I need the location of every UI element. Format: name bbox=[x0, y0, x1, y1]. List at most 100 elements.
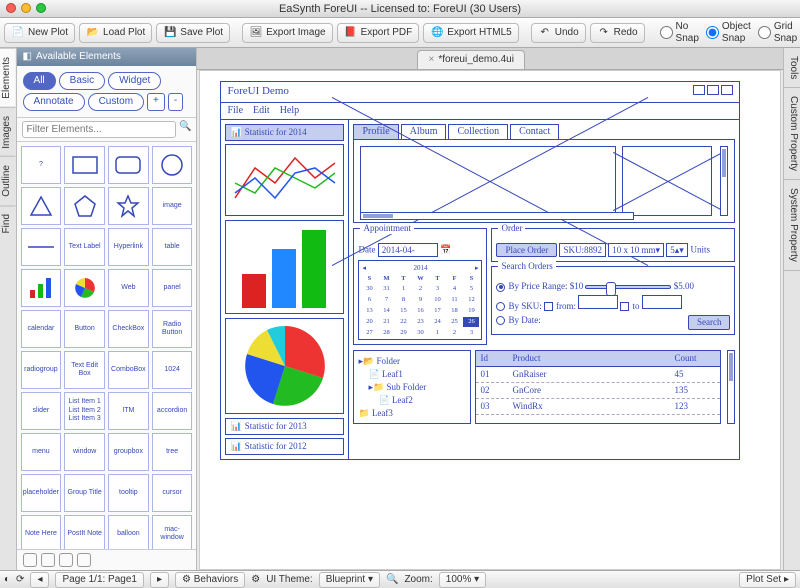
calendar-icon[interactable]: 📅 bbox=[440, 245, 451, 255]
element-table[interactable]: table bbox=[152, 228, 193, 266]
element-group-title[interactable]: Group Title bbox=[64, 474, 105, 512]
radio-sku[interactable] bbox=[496, 302, 505, 311]
tab-tools[interactable]: Tools bbox=[784, 48, 800, 88]
element-hyperlink[interactable]: Hyperlink bbox=[108, 228, 149, 266]
element-menu[interactable]: menu bbox=[21, 433, 62, 471]
element-roundrect[interactable] bbox=[108, 146, 149, 184]
mockup-window[interactable]: ForeUI Demo File Edit Help 📊Statistic fo… bbox=[220, 81, 740, 460]
stat-header[interactable]: 📊Statistic for 2014 bbox=[225, 124, 344, 141]
undo-button[interactable]: ↶Undo bbox=[531, 23, 586, 43]
redo-button[interactable]: ↷Redo bbox=[590, 23, 645, 43]
stat-2012[interactable]: 📊Statistic for 2012 bbox=[225, 438, 344, 455]
no-snap-radio[interactable]: No Snap bbox=[659, 21, 699, 45]
bar-chart[interactable] bbox=[225, 220, 344, 314]
element-groupbox[interactable]: groupbox bbox=[108, 433, 149, 471]
element-text-edit-box[interactable]: Text Edit Box bbox=[64, 351, 105, 389]
line-chart[interactable] bbox=[225, 144, 344, 216]
grid-snap-radio[interactable]: Grid Snap bbox=[757, 21, 797, 45]
element-itm[interactable]: ITM bbox=[108, 392, 149, 430]
behaviors-button[interactable]: ⚙ Behaviors bbox=[175, 572, 245, 588]
tab-custom-property[interactable]: Custom Property bbox=[784, 88, 800, 180]
date-field[interactable]: 2014-04- bbox=[378, 243, 438, 257]
element-postit-note[interactable]: PostIt Note bbox=[64, 515, 105, 549]
zoom-select[interactable]: 100% ▾ bbox=[439, 572, 486, 588]
placeholder-image[interactable] bbox=[360, 146, 616, 216]
element-button[interactable]: Button bbox=[64, 310, 105, 348]
element-calendar[interactable]: calendar bbox=[21, 310, 62, 348]
tab-profile[interactable]: Profile bbox=[353, 124, 398, 139]
tab-contact[interactable]: Contact bbox=[510, 124, 559, 139]
order-table[interactable]: IdProductCount 01GnRaiser4502GnCore13503… bbox=[475, 350, 721, 424]
element-star[interactable] bbox=[108, 187, 149, 225]
to-checkbox[interactable] bbox=[620, 302, 629, 311]
element-image[interactable]: image bbox=[152, 187, 193, 225]
element-panel[interactable]: panel bbox=[152, 269, 193, 307]
cal-prev-icon[interactable]: ◂ bbox=[362, 264, 366, 272]
object-snap-radio[interactable]: Object Snap bbox=[705, 21, 751, 45]
maximize-icon[interactable] bbox=[707, 85, 719, 95]
price-slider[interactable] bbox=[585, 285, 671, 289]
from-field[interactable] bbox=[578, 295, 618, 309]
cal-next-icon[interactable]: ▸ bbox=[475, 264, 479, 272]
radio-price[interactable] bbox=[496, 283, 505, 292]
page-indicator[interactable]: Page 1/1: Page1 bbox=[55, 572, 144, 588]
element-triangle[interactable] bbox=[21, 187, 62, 225]
save-plot-button[interactable]: 💾Save Plot bbox=[156, 23, 230, 43]
tab-find[interactable]: Find bbox=[0, 205, 16, 241]
table-row[interactable]: 01GnRaiser45 bbox=[476, 367, 720, 383]
element-tooltip[interactable]: tooltip bbox=[108, 474, 149, 512]
from-checkbox[interactable] bbox=[544, 302, 553, 311]
page-next-button[interactable]: ▸ bbox=[150, 572, 169, 588]
menu-edit[interactable]: Edit bbox=[253, 105, 270, 117]
qty-stepper[interactable]: 5 ▴▾ bbox=[666, 243, 688, 257]
folder-tree[interactable]: ▸📂 Folder 📄 Leaf1 ▸📁 Sub Folder 📄 Leaf2 … bbox=[353, 350, 471, 424]
plot-set-button[interactable]: Plot Set ▸ bbox=[739, 572, 796, 588]
element-piechart[interactable] bbox=[64, 269, 105, 307]
element-radio-button[interactable]: Radio Button bbox=[152, 310, 193, 348]
new-plot-button[interactable]: 📄New Plot bbox=[4, 23, 75, 43]
element-accordion[interactable]: accordion bbox=[152, 392, 193, 430]
element-mac-window[interactable]: mac-window bbox=[152, 515, 193, 549]
menu-help[interactable]: Help bbox=[280, 105, 299, 117]
document-tab[interactable]: × *foreui_demo.4ui bbox=[417, 50, 524, 69]
element-line[interactable] bbox=[21, 228, 62, 266]
pie-chart[interactable] bbox=[225, 318, 344, 414]
element-pentagon[interactable] bbox=[64, 187, 105, 225]
element-checkbox[interactable]: CheckBox bbox=[108, 310, 149, 348]
element-radiogroup[interactable]: radiogroup bbox=[21, 351, 62, 389]
to-field[interactable] bbox=[642, 295, 682, 309]
page-prev-button[interactable]: ◂ bbox=[30, 572, 49, 588]
cat-custom[interactable]: Custom bbox=[88, 93, 144, 111]
radio-date[interactable] bbox=[496, 316, 505, 325]
element-slider[interactable]: slider bbox=[21, 392, 62, 430]
load-plot-button[interactable]: 📂Load Plot bbox=[79, 23, 152, 43]
element-window[interactable]: window bbox=[64, 433, 105, 471]
menu-file[interactable]: File bbox=[227, 105, 243, 117]
mac-maximize-icon[interactable] bbox=[36, 3, 46, 13]
calendar[interactable]: ◂2014▸ SMTWTFS30311234567891011121314151… bbox=[358, 260, 482, 340]
search-button[interactable]: Search bbox=[688, 315, 731, 330]
element--[interactable]: ? bbox=[21, 146, 62, 184]
element-barchart[interactable] bbox=[21, 269, 62, 307]
vertical-scrollbar[interactable] bbox=[720, 146, 728, 216]
element-list-item-1-list-item-2-list-item-3[interactable]: List Item 1 List Item 2 List Item 3 bbox=[64, 392, 105, 430]
export-html5-button[interactable]: 🌐Export HTML5 bbox=[423, 23, 518, 43]
element-circle[interactable] bbox=[152, 146, 193, 184]
minimize-icon[interactable] bbox=[693, 85, 705, 95]
mac-minimize-icon[interactable] bbox=[21, 3, 31, 13]
stat-2013[interactable]: 📊Statistic for 2013 bbox=[225, 418, 344, 435]
element-cursor[interactable]: cursor bbox=[152, 474, 193, 512]
element-web[interactable]: Web bbox=[108, 269, 149, 307]
filter-input[interactable] bbox=[22, 121, 176, 138]
canvas-viewport[interactable]: ForeUI Demo File Edit Help 📊Statistic fo… bbox=[199, 70, 781, 570]
cat-remove-button[interactable]: - bbox=[168, 93, 183, 111]
elements-grid[interactable]: ?imageText LabelHyperlinktableWebpanelca… bbox=[17, 142, 197, 549]
mac-close-icon[interactable] bbox=[6, 3, 16, 13]
element-1024[interactable]: 1024 bbox=[152, 351, 193, 389]
cat-annotate[interactable]: Annotate bbox=[23, 93, 85, 111]
tab-outline[interactable]: Outline bbox=[0, 156, 16, 205]
cat-all[interactable]: All bbox=[23, 72, 56, 90]
export-pdf-button[interactable]: 📕Export PDF bbox=[337, 23, 420, 43]
size-select[interactable]: 10 x 10 mm ▾ bbox=[608, 243, 664, 257]
close-icon[interactable] bbox=[721, 85, 733, 95]
